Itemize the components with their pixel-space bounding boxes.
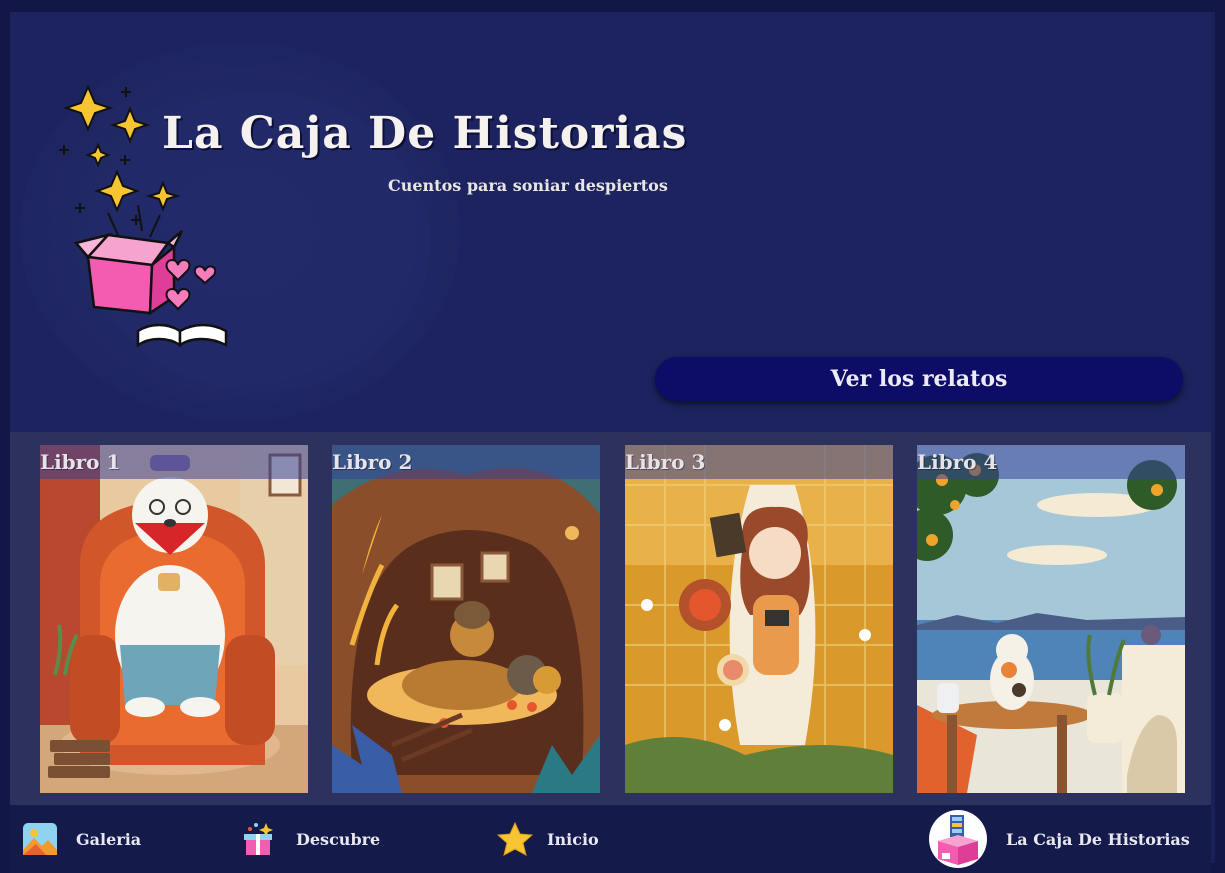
nav-label-brand: La Caja De Historias [1006,829,1190,849]
book-card-2[interactable]: Libro 2 [332,445,600,793]
nav-item-galeria[interactable]: Galeria [22,805,141,873]
book-3-illustration [625,445,893,793]
book-label-4: Libro 4 [917,445,1185,479]
nav-label-descubre: Descubre [296,829,381,849]
gift-icon [244,823,273,855]
nav-item-brand[interactable]: La Caja De Historias [928,805,1190,873]
book-card-4[interactable]: Libro 4 [917,445,1185,793]
bottom-navbar: Galeria Descubre Inicio La Caja De Histo… [10,805,1211,873]
book-1-illustration [40,445,308,793]
nav-label-galeria: Galeria [76,829,142,849]
view-stories-button[interactable]: Ver los relatos [655,357,1183,401]
nav-item-descubre[interactable]: Descubre [240,805,380,873]
star-icon [497,822,533,856]
book-2-illustration [332,445,600,793]
book-card-3[interactable]: Libro 3 [625,445,893,793]
nav-label-inicio: Inicio [547,829,599,849]
site-subtitle: Cuentos para soniar despiertos [388,176,668,195]
nav-item-inicio[interactable]: Inicio [497,805,599,873]
story-box-icon [929,810,987,868]
book-4-illustration [917,445,1185,793]
gallery-icon [23,823,57,855]
site-title: La Caja De Historias [162,108,688,159]
book-card-1[interactable]: Libro 1 [40,445,308,793]
book-label-2: Libro 2 [332,445,600,479]
book-label-3: Libro 3 [625,445,893,479]
book-label-1: Libro 1 [40,445,308,479]
